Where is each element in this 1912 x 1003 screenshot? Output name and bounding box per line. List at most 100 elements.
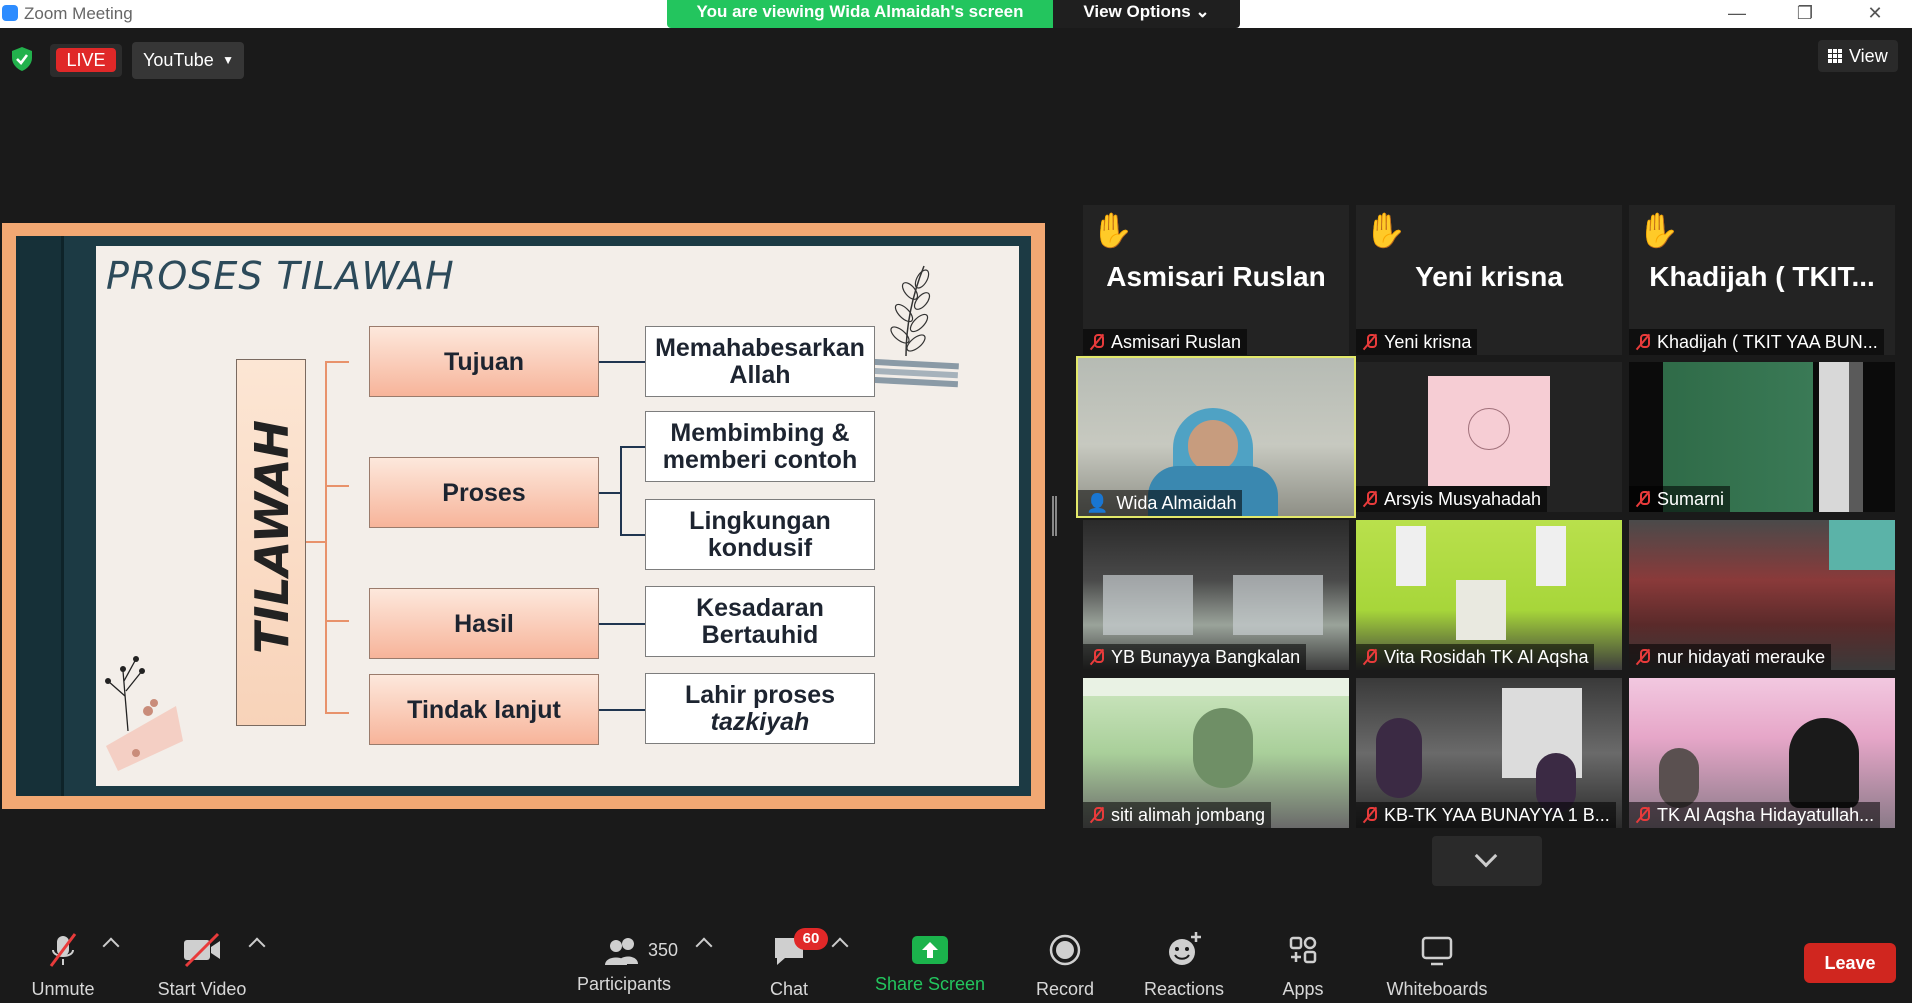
participant-name: Vita Rosidah TK Al Aqsha [1384,647,1589,667]
live-indicator[interactable]: LIVE [50,44,122,77]
participant-name: KB-TK YAA BUNAYYA 1 B... [1384,805,1610,825]
participant-name-tag: Yeni krisna [1356,329,1478,355]
participants-button[interactable]: 350 Participants [572,930,679,995]
reactions-label: Reactions [1143,979,1225,999]
connector [325,712,349,714]
panel-resize-handle[interactable] [1052,496,1057,536]
zoom-logo-icon [2,5,18,21]
slide-box-lahir-line2: tazkiyah [710,707,810,736]
mic-muted-icon [1637,334,1650,350]
participant-name-tag: siti alimah jombang [1083,802,1272,828]
apps-label: Apps [1282,979,1324,999]
slide-box-memahabesarkan: Memahabesarkan Allah [645,326,875,397]
view-label: View [1849,46,1888,66]
participant-tile[interactable]: Sumarni [1629,362,1895,512]
participant-display-name: Khadijah ( TKIT... [1649,261,1875,292]
participant-name-tag: Asmisari Ruslan [1083,329,1248,355]
share-screen-button[interactable]: Share Screen [870,930,990,995]
slide-box-membimbing: Membimbing & memberi contoh [645,411,875,482]
connector [620,446,622,536]
participants-options-caret[interactable] [695,937,713,955]
slide-box-lingkungan: Lingkungan kondusif [645,499,875,570]
connector [325,361,327,714]
connector [620,446,645,448]
mic-muted-icon [1364,649,1377,665]
whiteboards-label: Whiteboards [1386,979,1488,999]
security-shield-icon[interactable] [10,46,34,72]
viewing-screen-banner: You are viewing Wida Almaidah's screen [667,0,1053,28]
participant-name: Khadijah ( TKIT YAA BUN... [1657,332,1878,352]
participant-tile[interactable]: siti alimah jombang [1083,678,1349,828]
participant-tile[interactable]: YB Bunayya Bangkalan [1083,520,1349,670]
slide-spine [16,236,64,796]
live-label: LIVE [56,48,116,72]
mic-muted-icon [1091,807,1104,823]
participant-tile[interactable]: TK Al Aqsha Hidayatullah... [1629,678,1895,828]
slide-box-kesadaran: Kesadaran Bertauhid [645,586,875,657]
participants-icon-group: 350 [572,930,679,970]
participants-label: Participants [576,974,672,994]
participant-tile[interactable]: KB-TK YAA BUNAYYA 1 B... [1356,678,1622,828]
title-bar: Zoom Meeting You are viewing Wida Almaid… [0,0,1912,28]
apps-button[interactable]: Apps [1275,930,1331,1000]
participant-name: Asmisari Ruslan [1111,332,1242,352]
start-video-button[interactable]: Start Video [148,930,256,1000]
whiteboard-icon [1421,936,1453,966]
connector [325,361,349,363]
mic-muted-icon [1091,334,1104,350]
gallery-next-page-button[interactable] [1432,836,1542,886]
leave-button[interactable]: Leave [1804,943,1896,983]
start-video-label: Start Video [157,979,247,999]
mic-muted-icon [1637,649,1650,665]
mic-muted-icon [1364,334,1377,350]
view-layout-button[interactable]: View [1818,40,1898,72]
minimize-button[interactable]: — [1707,0,1767,28]
connector [306,541,326,543]
slide-background: PROSES TILAWAH TILAWAH Tujuan Proses Has… [16,236,1031,796]
view-options-button[interactable]: View Options ⌄ [1053,0,1240,28]
slide-box-hasil: Hasil [369,588,599,659]
participant-tile[interactable]: ✋ Khadijah ( TKIT... Khadijah ( TKIT YAA… [1629,205,1895,355]
participant-name-tag: Vita Rosidah TK Al Aqsha [1356,644,1595,670]
apps-icon [1289,936,1317,964]
participant-name-tag: 👤 Wida Almaidah [1078,490,1243,516]
raised-hand-icon: ✋ [1637,212,1680,250]
chat-options-caret[interactable] [831,937,849,955]
participant-tile[interactable]: ✋ Yeni krisna Yeni krisna [1356,205,1622,355]
slide-title: PROSES TILAWAH [106,254,455,298]
shared-screen: PROSES TILAWAH TILAWAH Tujuan Proses Has… [2,223,1045,809]
record-label: Record [1035,979,1095,999]
whiteboards-button[interactable]: Whiteboards [1380,930,1494,1000]
connector [325,620,349,622]
participant-tile-active-speaker[interactable]: 👤 Wida Almaidah [1076,356,1356,518]
reactions-icon [1169,932,1201,965]
participant-name: TK Al Aqsha Hidayatullah... [1657,805,1875,825]
participant-name: siti alimah jombang [1111,805,1266,825]
participants-icon [605,938,638,965]
unmute-button[interactable]: Unmute [18,930,108,1000]
reactions-button[interactable]: Reactions [1138,930,1230,1000]
slide-box-tindak-lanjut: Tindak lanjut [369,674,599,745]
participant-name: nur hidayati merauke [1657,647,1826,667]
share-screen-label: Share Screen [874,974,986,994]
chat-unread-badge: 60 [794,928,828,950]
mic-muted-icon [49,933,77,967]
participants-count: 350 [648,940,679,960]
stream-target-label: YouTube [143,50,214,70]
mic-muted-icon [1364,491,1377,507]
record-button[interactable]: Record [1030,930,1100,1000]
plant-illustration-icon [864,265,959,388]
stream-target-dropdown[interactable]: YouTube ▼ [132,42,244,79]
participant-name: Wida Almaidah [1116,493,1237,513]
window-title: Zoom Meeting [24,4,133,23]
share-screen-icon-spacer [870,930,990,970]
video-off-icon [184,932,220,968]
participant-tile[interactable]: ✋ Asmisari Ruslan Asmisari Ruslan [1083,205,1349,355]
tilawah-vertical-box: TILAWAH [236,359,306,726]
maximize-button[interactable]: ❐ [1775,0,1835,28]
close-button[interactable]: ✕ [1845,0,1905,28]
participant-name: Yeni krisna [1384,332,1472,352]
participant-tile[interactable]: nur hidayati merauke [1629,520,1895,670]
participant-tile[interactable]: Vita Rosidah TK Al Aqsha [1356,520,1622,670]
participant-tile[interactable]: Arsyis Musyahadah [1356,362,1622,512]
